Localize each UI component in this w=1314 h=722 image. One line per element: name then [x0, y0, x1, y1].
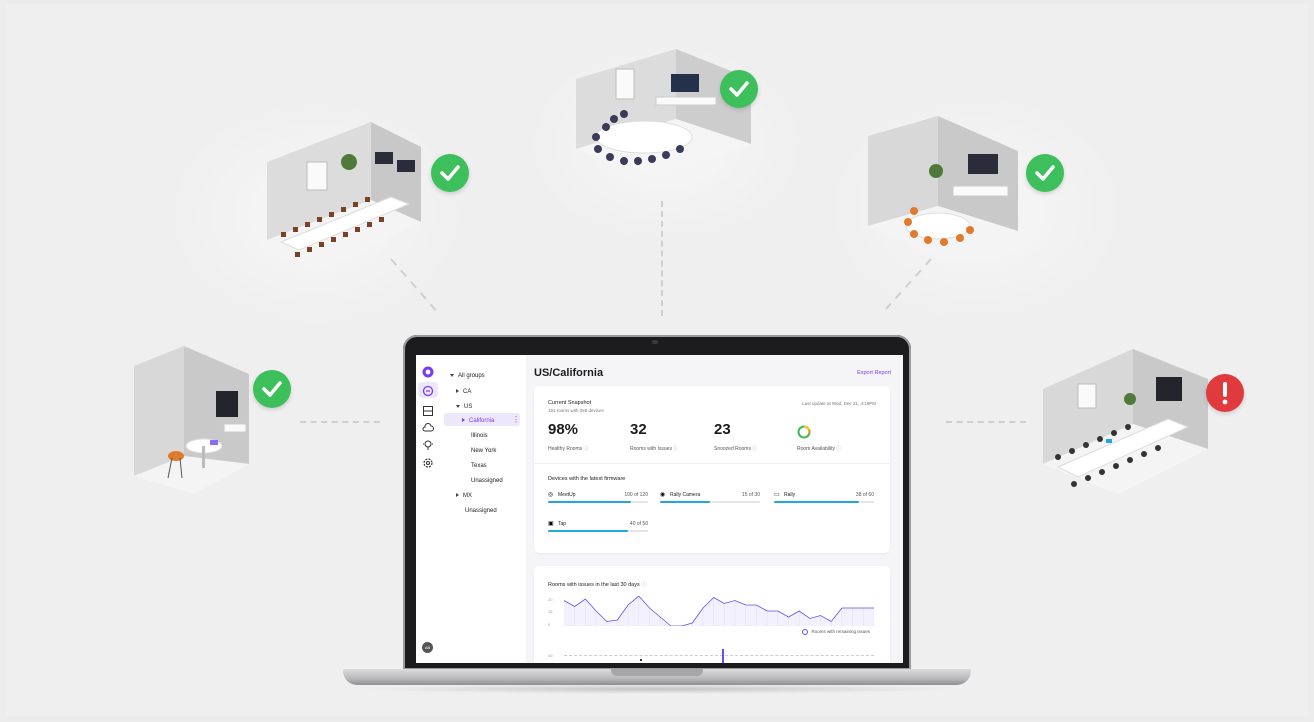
device-count: 100 of 120: [624, 492, 648, 498]
firmware-progress: [548, 501, 648, 503]
y-tick: 20: [548, 597, 553, 602]
y-tick: 0: [548, 622, 551, 627]
meeting-room-illustration: [868, 116, 1028, 266]
device-tap[interactable]: ▣ Tap 40 of 50: [548, 521, 648, 535]
divider: [534, 463, 890, 464]
icon-rail: AB: [416, 355, 441, 663]
info-icon[interactable]: ⓘ: [584, 446, 589, 452]
lower-tick: 40: [548, 653, 553, 658]
status-ok-icon[interactable]: [720, 70, 758, 108]
info-icon[interactable]: ⓘ: [836, 446, 841, 452]
healthy-rooms-label: Healthy Rooms ⓘ: [548, 446, 589, 452]
rooms-icon[interactable]: [422, 404, 434, 416]
firmware-progress: [660, 501, 760, 503]
lower-chart-gridline: [564, 655, 874, 656]
rooms-with-issues-value: 32: [630, 421, 647, 438]
device-rally-camera[interactable]: ◉ Rally Camera 15 of 30: [660, 492, 760, 506]
tree-item-california[interactable]: California: [462, 418, 494, 424]
camera-icon: ◉: [660, 492, 666, 498]
device-name: Tap: [558, 521, 567, 527]
snapshot-card: Current Snapshot 181 rooms with 255 devi…: [534, 386, 890, 553]
rooms-with-issues-label: Rooms with Issues ⓘ: [630, 446, 679, 452]
tree-item-texas[interactable]: Texas: [471, 463, 487, 469]
snoozed-rooms-value: 23: [714, 421, 731, 438]
dashboard-icon[interactable]: [422, 384, 434, 397]
main-content: US/California Export Report Current Snap…: [526, 355, 903, 663]
meetup-icon: ◎: [548, 492, 554, 498]
info-icon[interactable]: ⓘ: [641, 582, 647, 588]
device-name: Rally: [784, 492, 796, 498]
laptop-camera: [652, 340, 658, 344]
sync-dashboard-screen: AB All groups CA US California ⋮ Illinoi…: [416, 355, 903, 663]
issues-chart-card: Rooms with issues in the last 30 days ⓘ …: [534, 566, 890, 663]
firmware-progress-fill: [548, 501, 631, 503]
status-error-icon[interactable]: [1206, 374, 1244, 412]
chart-legend: Rooms with remaining issues: [802, 629, 870, 635]
cloud-icon[interactable]: [422, 421, 434, 433]
device-meetup[interactable]: ◎ MeetUp 100 of 120: [548, 492, 648, 506]
snapshot-title: Current Snapshot: [548, 400, 592, 406]
tree-item-more-icon[interactable]: ⋮: [512, 416, 520, 424]
firmware-progress: [774, 501, 874, 503]
laptop-notch: [611, 669, 703, 676]
firmware-progress-fill: [548, 530, 628, 532]
page-title: US/California: [534, 367, 604, 379]
tree-item-all-groups[interactable]: All groups: [450, 373, 485, 379]
boardroom-illustration: [251, 122, 431, 282]
issues-area-chart: [564, 596, 874, 626]
tree-item-illinois[interactable]: Illinois: [471, 433, 488, 439]
huddle-room-illustration: [134, 346, 274, 496]
tree-item-unassigned-root[interactable]: Unassigned: [465, 508, 497, 514]
device-name: Rally Camera: [670, 492, 701, 498]
tree-item-new-york[interactable]: New York: [471, 448, 496, 454]
tree-item-unassigned[interactable]: Unassigned: [471, 478, 503, 484]
settings-gear-icon[interactable]: [422, 456, 434, 468]
tree-item-us[interactable]: US: [456, 404, 472, 410]
training-room-illustration: [1038, 349, 1218, 499]
lower-chart-marker: [722, 649, 724, 663]
snoozed-rooms-label: Snoozed Rooms ⓘ: [714, 446, 758, 452]
info-icon[interactable]: ⓘ: [752, 446, 757, 452]
insights-icon[interactable]: [422, 438, 434, 450]
tree-item-mx[interactable]: MX: [456, 493, 472, 499]
y-tick: 15: [548, 609, 553, 614]
room-availability-ring: [797, 425, 811, 444]
lower-chart-point: [640, 659, 642, 661]
tap-icon: ▣: [548, 521, 554, 527]
device-count: 38 of 60: [855, 492, 874, 498]
firmware-progress: [548, 530, 648, 532]
legend-dot-icon: [802, 629, 809, 635]
healthy-rooms-value: 98%: [548, 421, 579, 438]
device-rally[interactable]: ▭ Rally 38 of 60: [774, 492, 874, 506]
export-report-button[interactable]: Export Report: [857, 370, 891, 376]
device-count: 40 of 50: [629, 521, 648, 527]
info-icon[interactable]: ⓘ: [673, 446, 678, 452]
rally-icon: ▭: [774, 492, 780, 498]
last-update: Last update at Wed, Dec 21, 4:18PM: [802, 401, 876, 406]
issues-chart-title: Rooms with issues in the last 30 days ⓘ: [548, 582, 647, 588]
firmware-progress-fill: [660, 501, 710, 503]
firmware-progress-fill: [774, 501, 859, 503]
room-availability-label: Room Availability ⓘ: [797, 446, 842, 452]
status-ok-icon[interactable]: [431, 154, 469, 192]
group-tree: All groups CA US California ⋮ Illinois N…: [440, 355, 526, 663]
avatar[interactable]: AB: [422, 642, 433, 653]
status-ok-icon[interactable]: [1026, 154, 1064, 192]
tree-item-ca[interactable]: CA: [456, 389, 471, 395]
status-ok-icon[interactable]: [253, 370, 291, 408]
device-name: MeetUp: [558, 492, 576, 498]
snapshot-subtitle: 181 rooms with 255 devices: [548, 408, 604, 413]
firmware-title: Devices with the latest firmware: [548, 476, 626, 482]
logo-icon[interactable]: [422, 365, 434, 378]
device-count: 15 of 30: [741, 492, 760, 498]
